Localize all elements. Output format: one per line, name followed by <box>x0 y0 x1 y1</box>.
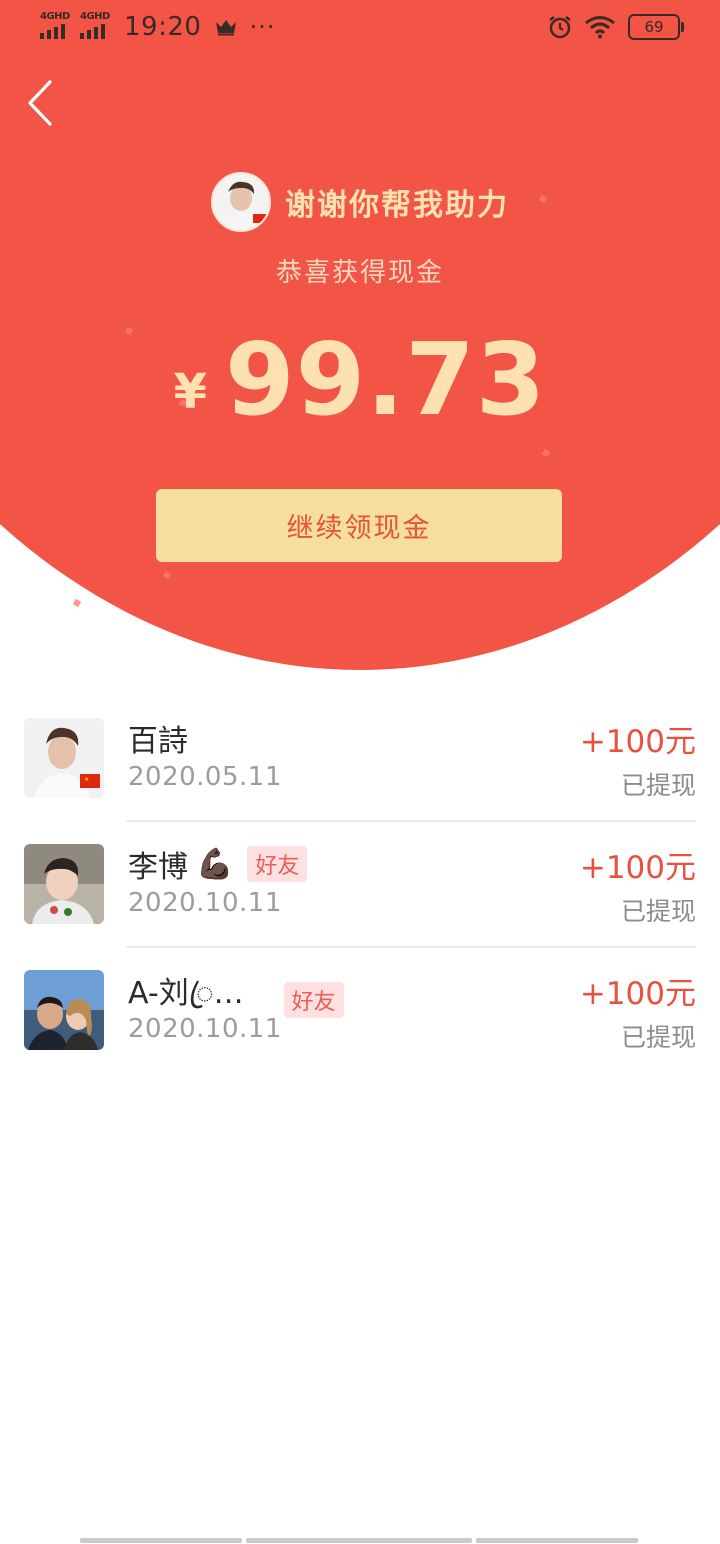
record-date: 2020.10.11 <box>128 1014 282 1044</box>
crown-icon <box>216 20 237 36</box>
confetti <box>72 598 82 608</box>
record-date: 2020.05.11 <box>128 762 282 792</box>
record-reward: +100元 <box>579 724 696 760</box>
back-button[interactable] <box>22 78 62 128</box>
record-status: 已提现 <box>620 1023 696 1052</box>
reward-subtitle: 恭喜获得现金 <box>275 258 444 288</box>
currency-symbol: ¥ <box>173 364 208 420</box>
status-right: 69 <box>548 14 684 40</box>
record-name-line: 李博 💪🏿 好友 <box>128 842 308 886</box>
flexed-biceps-icon: 💪🏿 <box>196 846 234 882</box>
thanks-title: 谢谢你帮我助力 <box>285 188 509 223</box>
user-avatar <box>211 172 271 232</box>
helper-record-list: ★ 百詩 2020.05.11 +100元 已提现 李博 💪🏿 好友 2020.… <box>0 696 720 1074</box>
signal-icon: 4GHD <box>80 11 112 41</box>
status-left: 4GHD 4GHD 19:20 ··· <box>40 11 276 42</box>
cash-reward-screen: 4GHD 4GHD 19:20 ··· 69 谢谢你帮我助力 恭喜获得现金 ¥ … <box>0 0 720 1544</box>
status-time: 19:20 <box>124 12 202 42</box>
record-status: 已提现 <box>620 771 696 800</box>
amount-value: 99.73 <box>225 321 547 438</box>
record-name: 李博 <box>128 850 188 885</box>
record-reward: +100元 <box>579 850 696 886</box>
friend-badge: 好友 <box>283 981 344 1018</box>
friend-badge: 好友 <box>247 846 308 882</box>
reward-amount: ¥ 99.73 <box>0 320 720 440</box>
avatar: ★ <box>24 718 104 798</box>
record-status: 已提现 <box>620 897 696 926</box>
avatar <box>24 970 104 1050</box>
alarm-icon <box>549 16 571 39</box>
wifi-icon <box>585 16 615 39</box>
record-name-line: 百詩 <box>128 716 188 760</box>
network-label: 4GHD <box>80 11 110 22</box>
network-label: 4GHD <box>40 11 70 22</box>
signal-icon: 4GHD <box>40 11 72 41</box>
avatar <box>24 844 104 924</box>
continue-claim-button[interactable]: 继续领现金 <box>156 489 562 562</box>
record-date: 2020.10.11 <box>128 888 282 918</box>
helper-header: 谢谢你帮我助力 <box>0 172 720 232</box>
gesture-bar <box>80 1538 640 1543</box>
svg-text:★: ★ <box>84 776 89 783</box>
record-name: 百詩 <box>128 724 188 759</box>
battery-icon: 69 <box>628 14 684 40</box>
more-notifications-icon: ··· <box>249 13 276 41</box>
status-bar: 4GHD 4GHD 19:20 ··· 69 <box>0 0 720 56</box>
list-item[interactable]: 李博 💪🏿 好友 2020.10.11 +100元 已提现 <box>0 822 720 948</box>
list-item[interactable]: ★ 百詩 2020.05.11 +100元 已提现 <box>0 696 720 822</box>
list-item[interactable]: A-刘ꦿ… 好友 2020.10.11 +100元 已提现 <box>0 948 720 1074</box>
record-reward: +100元 <box>579 976 696 1012</box>
